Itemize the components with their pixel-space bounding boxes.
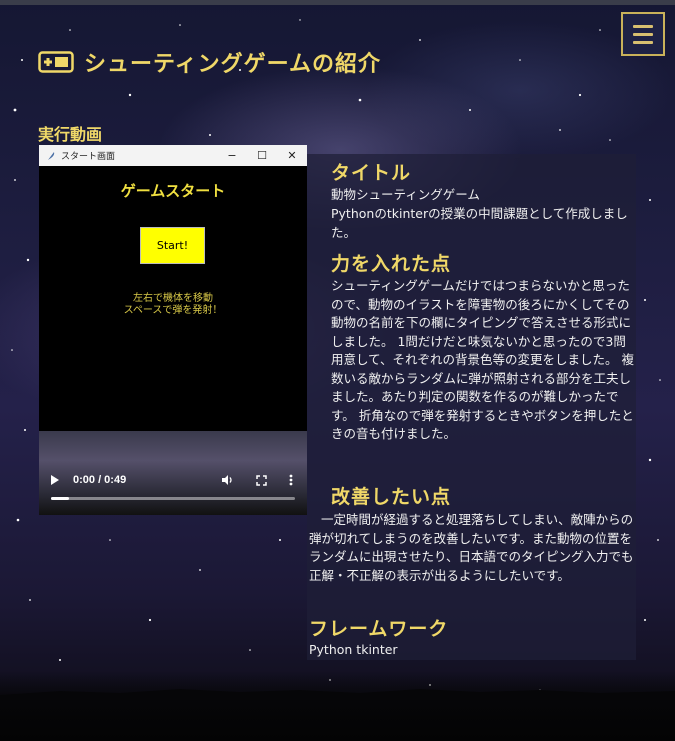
section-heading-effort: 力を入れた点 [331,253,452,275]
hamburger-menu-button[interactable] [621,12,665,56]
page-title: シューティングゲームの紹介 [84,52,382,77]
section-heading-improve: 改善したい点 [331,486,452,508]
instruction-line: スペースで弾を発射！ [123,305,223,316]
play-icon[interactable] [51,475,59,485]
minimize-icon: − [227,149,237,162]
volume-icon[interactable] [221,474,234,486]
feather-icon [48,151,55,160]
improve-paragraph: 一定時間が経過すると処理落ちしてしまい、敵陣からの弾が切れてしまうのを改善したい… [309,512,634,583]
fullscreen-icon[interactable] [256,474,267,486]
maximize-icon: ☐ [257,149,267,162]
description-panel: タイトル 動物シューティングゲーム Pythonのtkinterの授業の中間課題… [307,154,636,660]
game-start-button: Start! [140,227,205,264]
gamepad-icon [38,51,74,73]
video-controls: 0:00 / 0:49 [39,465,307,495]
section-heading-title: タイトル [331,162,412,184]
section-heading-framework: フレームワーク [309,618,449,640]
title-paragraph: 動物シューティングゲーム [331,187,480,202]
hamburger-menu-icon [633,24,653,28]
page-header: シューティングゲームの紹介 [38,46,381,78]
video-time: 0:00 / 0:49 [73,474,127,486]
instruction-line: 左右で機体を移動 [133,293,213,304]
horizon-ground [0,671,675,741]
video-progress-bar[interactable] [51,497,295,500]
video-section-label: 実行動画 [38,125,103,144]
effort-paragraph: シューティングゲームだけではつまらないかと思ったので、動物のイラストを障害物の後… [331,278,634,441]
game-title: ゲームスタート [120,182,226,200]
more-options-icon[interactable] [289,474,293,486]
window-titlebar: スタート画面 − ☐ ✕ [39,145,307,166]
video-player[interactable]: スタート画面 − ☐ ✕ ゲームスタート Start! 左右で機体を移動 スペー… [39,145,307,515]
top-border [0,0,675,5]
close-icon: ✕ [287,149,297,162]
title-paragraph: Pythonのtkinterの授業の中間課題として作成しました。 [331,206,628,240]
framework-paragraph: Python tkinter [309,642,398,657]
game-instructions: 左右で機体を移動 スペースで弾を発射！ [39,293,307,317]
window-title: スタート画面 [61,152,116,162]
video-progress-fill [51,497,69,500]
game-window-frame: スタート画面 − ☐ ✕ ゲームスタート Start! 左右で機体を移動 スペー… [39,145,307,431]
